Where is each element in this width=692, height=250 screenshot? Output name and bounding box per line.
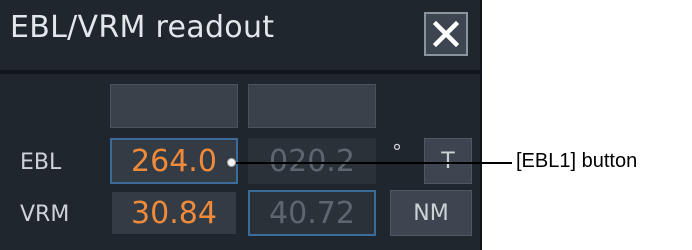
range-unit-button[interactable]: NM	[390, 190, 472, 236]
ebl1-header-button[interactable]	[110, 84, 238, 128]
callout-label: [EBL1] button	[516, 150, 638, 172]
callout-anchor-dot	[227, 158, 236, 167]
degree-unit: °	[392, 140, 402, 164]
ebl2-button[interactable]: 020.2	[248, 138, 376, 184]
vrm-label: VRM	[20, 202, 70, 227]
callout-leader-line	[232, 162, 512, 164]
title-divider	[0, 70, 482, 74]
close-icon	[433, 21, 459, 47]
ebl2-header-button[interactable]	[248, 84, 376, 128]
close-button[interactable]	[424, 12, 468, 56]
vrm2-button[interactable]: 40.72	[248, 190, 376, 236]
ebl1-button[interactable]: 264.0	[110, 138, 238, 184]
bearing-mode-button[interactable]: T	[424, 138, 472, 184]
window-title: EBL/VRM readout	[10, 10, 275, 45]
vrm1-button[interactable]: 30.84	[110, 190, 238, 236]
ebl-label: EBL	[20, 150, 62, 175]
ebl-vrm-readout-window: EBL/VRM readout EBL 264.0 020.2 ° T VRM …	[0, 0, 482, 250]
